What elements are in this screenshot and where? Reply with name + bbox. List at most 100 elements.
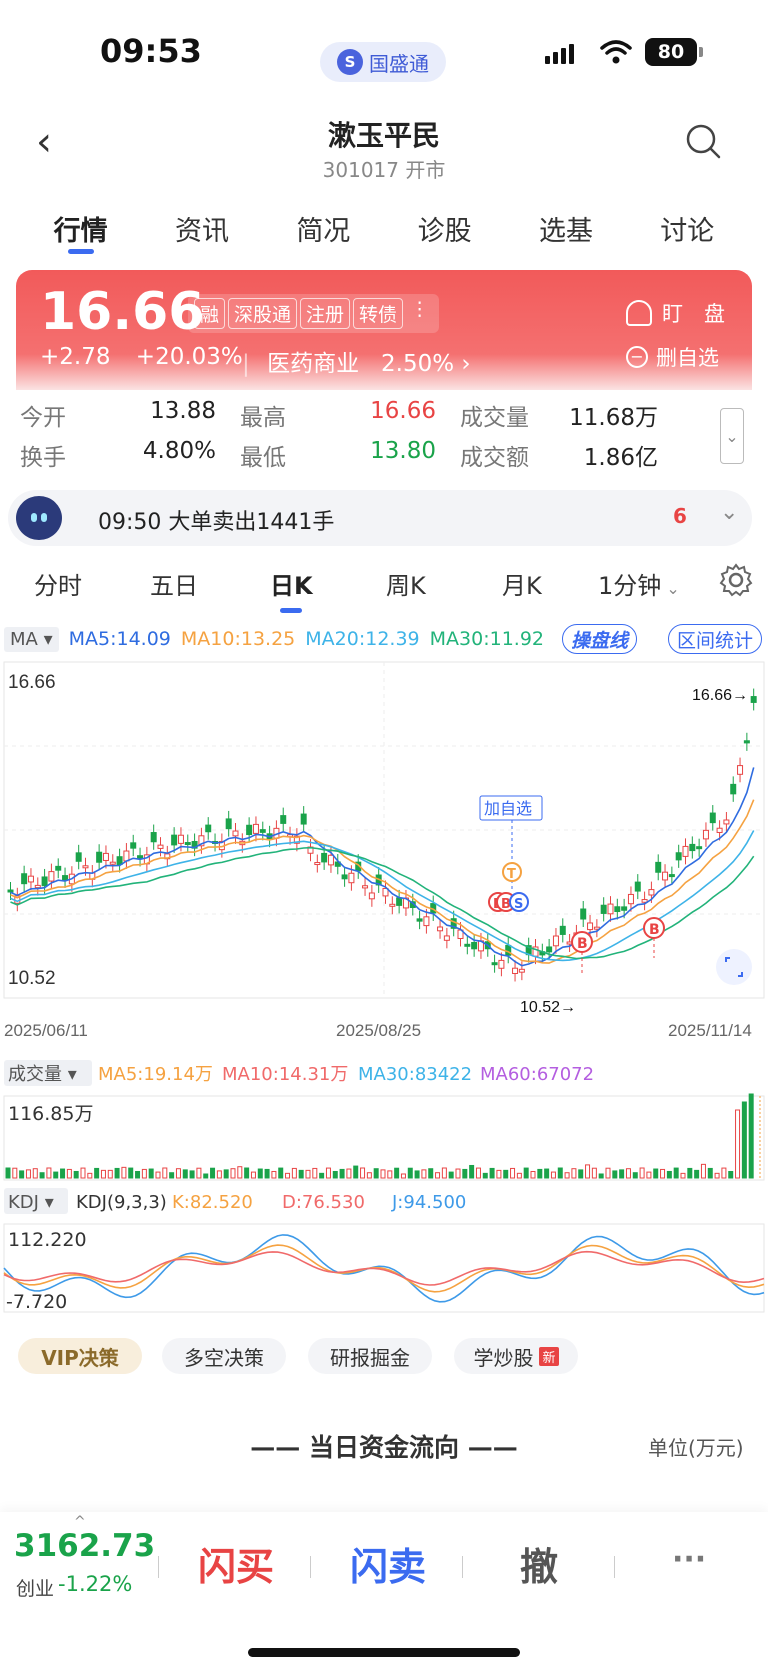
high-marker: 16.66→ — [692, 687, 748, 704]
industry-link[interactable]: | 医药商业 2.50% › — [242, 344, 471, 378]
robot-avatar-icon — [16, 496, 62, 540]
stock-badges[interactable]: 融 深股通 注册 转债 ⋮ — [188, 294, 440, 333]
volume-bar — [210, 1167, 216, 1179]
volume-bar — [73, 1170, 79, 1179]
status-time: 09:53 — [100, 32, 202, 70]
cancel-order-button[interactable]: 撤 — [520, 1536, 558, 1591]
volume-bar — [666, 1170, 672, 1179]
candle-body — [109, 861, 116, 865]
volume-bar — [46, 1167, 52, 1179]
candle-body — [341, 874, 348, 880]
app-indicator[interactable]: S 国盛通 — [320, 42, 446, 82]
trade-alert-bar[interactable]: 09:50 大单卖出1441手 6 ⌄ — [8, 490, 752, 546]
flash-buy-button[interactable]: 闪买 — [198, 1536, 274, 1591]
learn-trading-button[interactable]: 学炒股 新 — [454, 1338, 578, 1374]
tab-monthly-k[interactable]: 月K — [502, 566, 542, 601]
tab-discussion[interactable]: 讨论 — [660, 205, 714, 255]
price-change: +2.78 +20.03% — [40, 344, 261, 370]
tab-minute-dropdown[interactable]: 1分钟 ⌄ — [598, 566, 680, 601]
candle-body — [34, 884, 41, 889]
candle-body — [102, 852, 109, 861]
price-high-label: 16.66 — [8, 672, 56, 693]
volume-bar — [441, 1167, 447, 1179]
kline-chart-area[interactable]: 16.66 10.52 16.66→ 10.52→ 加自选 B B S T B … — [0, 660, 768, 1330]
volume-bar — [278, 1167, 284, 1179]
volume-bar — [748, 1093, 754, 1179]
tab-profile[interactable]: 简况 — [296, 205, 350, 255]
range-stats-button[interactable]: 区间统计 — [668, 624, 763, 654]
long-short-button[interactable]: 多空决策 — [162, 1338, 286, 1374]
vip-decision-button[interactable]: VIP决策 — [18, 1338, 142, 1374]
ma-selector[interactable]: MA ▾ — [4, 626, 59, 652]
gear-icon[interactable] — [718, 562, 754, 598]
volume-bar — [537, 1168, 543, 1179]
volume-bar — [182, 1169, 188, 1179]
more-dots-icon[interactable]: ··· — [672, 1542, 706, 1577]
volume-bar — [735, 1109, 741, 1179]
candle-body — [702, 829, 709, 840]
candle-body — [7, 889, 14, 893]
candle-body — [559, 925, 566, 935]
stock-code-status: 301017 开市 — [322, 158, 446, 182]
volume-bar — [687, 1167, 693, 1179]
flash-sell-button[interactable]: 闪卖 — [350, 1536, 426, 1591]
research-button[interactable]: 研报掘金 — [308, 1338, 432, 1374]
volume-bar — [544, 1168, 550, 1179]
index-value[interactable]: 3162.73 — [14, 1528, 155, 1564]
volume-bar — [80, 1167, 86, 1179]
alert-count-badge: 6 — [673, 504, 687, 528]
divider: | — [242, 351, 250, 377]
fullscreen-icon[interactable] — [716, 949, 752, 985]
candle-body — [655, 861, 662, 873]
volume-bar — [366, 1172, 372, 1179]
volume-bar — [516, 1172, 522, 1179]
candle-body — [48, 871, 55, 882]
volume-bar — [325, 1167, 331, 1179]
kdj-min-label: -7.720 — [6, 1291, 67, 1313]
stat-label: 成交额 — [460, 445, 529, 471]
price-low-label: 10.52 — [8, 968, 56, 989]
chevron-down-icon[interactable]: ⌄ — [720, 500, 738, 525]
volume-bar — [448, 1171, 454, 1179]
volume-tag: 成交量 ▾ — [8, 1064, 77, 1085]
candle-body — [252, 823, 259, 834]
add-watch-label: 加自选 — [484, 799, 532, 818]
kdj-j: J:94.500 — [391, 1192, 466, 1213]
candle-body — [225, 818, 232, 830]
volume-bar — [291, 1167, 297, 1179]
stat-row: 今开 13.88 最高 16.66 成交量 11.68万 — [20, 398, 710, 438]
t-signal-label: T — [507, 867, 516, 882]
volume-bar — [66, 1168, 72, 1179]
candle-body — [157, 844, 164, 849]
expand-stats-icon[interactable]: ⌄ — [720, 408, 744, 464]
tab-news[interactable]: 资讯 — [175, 205, 229, 255]
candle-body — [546, 946, 553, 953]
watch-button[interactable]: 盯 盘 — [626, 298, 725, 328]
candle-body — [362, 885, 369, 889]
volume-bar — [87, 1172, 93, 1179]
volume-bar — [482, 1172, 488, 1179]
tab-daily-k[interactable]: 日K — [270, 566, 313, 613]
candle-body — [423, 916, 430, 927]
tab-fund-pick[interactable]: 选基 — [539, 205, 593, 255]
candle-body — [491, 962, 498, 966]
volume-bar — [694, 1169, 700, 1179]
tab-intraday[interactable]: 分时 — [34, 566, 82, 601]
tab-quote[interactable]: 行情 — [54, 205, 108, 255]
tab-weekly-k[interactable]: 周K — [386, 566, 426, 601]
volume-bar — [155, 1171, 161, 1179]
volume-bar — [339, 1168, 345, 1179]
more-dots-icon[interactable]: ⋮ — [406, 298, 433, 329]
divider — [462, 1556, 463, 1578]
trading-line-button[interactable]: 操盘线 — [562, 624, 638, 654]
tab-diagnosis[interactable]: 诊股 — [418, 205, 472, 255]
volume-bar — [605, 1167, 611, 1179]
stat-value: 11.68万 — [569, 405, 658, 431]
candle-body — [123, 850, 130, 862]
tab-five-day[interactable]: 五日 — [150, 566, 198, 601]
wifi-icon — [600, 40, 632, 64]
search-icon[interactable] — [684, 122, 724, 162]
volume-bar — [332, 1170, 338, 1179]
remove-watchlist-button[interactable]: − 删自选 — [626, 342, 719, 372]
volume-bar — [107, 1169, 113, 1179]
